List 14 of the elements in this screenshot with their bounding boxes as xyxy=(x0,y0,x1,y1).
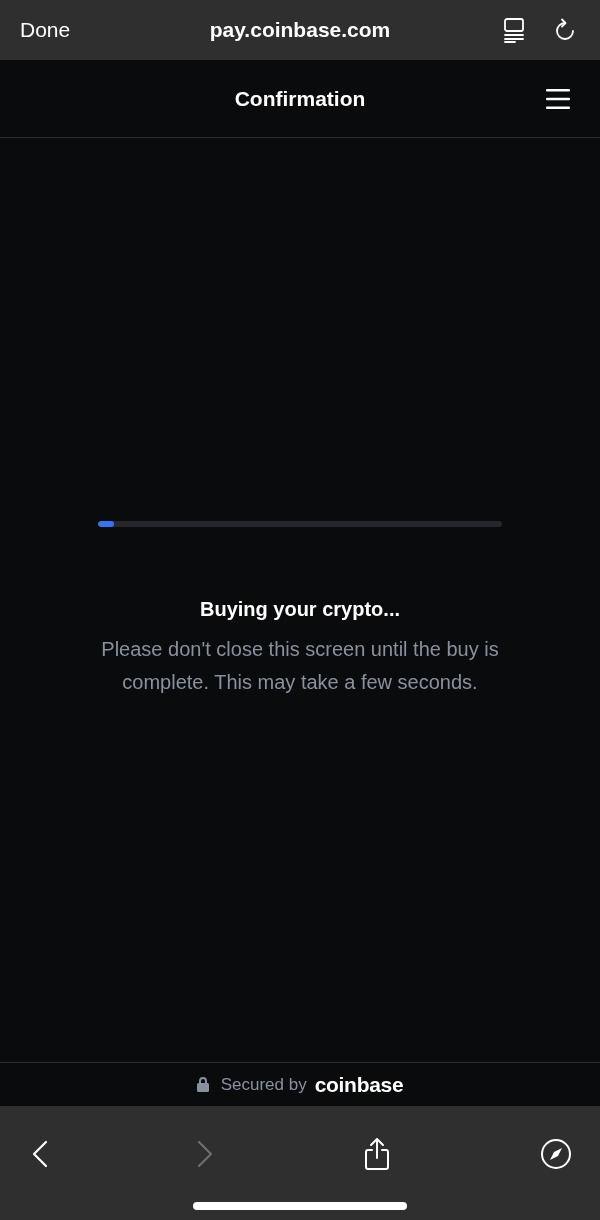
menu-icon[interactable] xyxy=(546,88,570,109)
lock-icon xyxy=(196,1077,209,1092)
url-text: pay.coinbase.com xyxy=(209,18,391,42)
brand-logo: coinbase xyxy=(314,1072,404,1097)
status-message: Please don't close this screen until the buy is complete. This may take a few seconds. xyxy=(100,637,500,695)
compass-icon[interactable] xyxy=(540,1138,572,1170)
reader-icon[interactable] xyxy=(502,17,526,43)
done-button[interactable]: Done xyxy=(20,18,71,42)
share-icon[interactable] xyxy=(362,1137,391,1171)
page-title: Confirmation xyxy=(234,86,366,111)
status-title: Buying your crypto... xyxy=(200,598,400,621)
reload-icon[interactable] xyxy=(554,18,576,42)
back-icon[interactable] xyxy=(32,1140,48,1168)
secured-by-text: Secured by xyxy=(220,1074,307,1095)
